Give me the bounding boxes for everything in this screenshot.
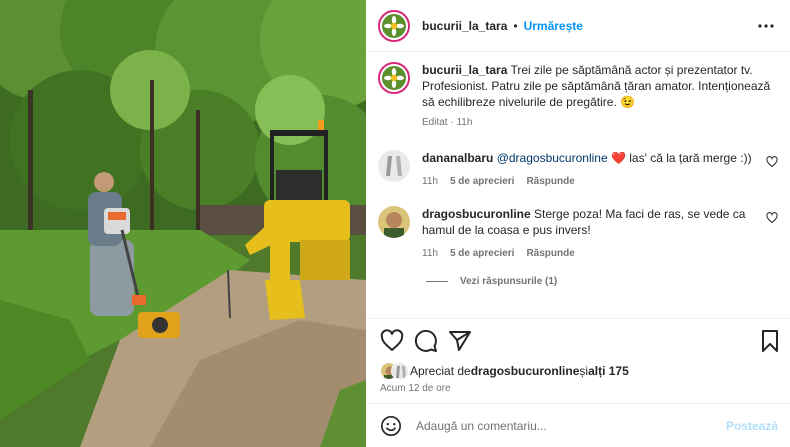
daisy-avatar-image: [382, 66, 406, 90]
comment-time: 11h: [422, 248, 438, 259]
post-actions-bar: [366, 318, 790, 362]
comment-mention[interactable]: @dragosbucuronline: [497, 151, 608, 165]
post-photo-illustration: [0, 0, 366, 447]
share-icon[interactable]: [448, 329, 472, 353]
post-comment-button[interactable]: Postează: [726, 419, 778, 433]
header-separator: •: [513, 18, 518, 33]
likes-others[interactable]: alți 175: [588, 364, 629, 378]
likes-user[interactable]: dragosbucuronline: [471, 364, 580, 378]
bookmark-icon[interactable]: [758, 329, 782, 353]
heart-icon[interactable]: [380, 329, 404, 353]
likes-conj: și: [579, 364, 589, 378]
more-icon[interactable]: [756, 18, 776, 34]
comment-username[interactable]: dragosbucuronline: [422, 207, 531, 221]
reply-button[interactable]: Răspunde: [526, 174, 574, 190]
post-timestamp: Acum 12 de ore: [380, 383, 451, 394]
comment-meta: 11h 5 de aprecieri Răspunde: [422, 174, 766, 190]
view-replies-label: Vezi răspunsurile (1): [460, 276, 558, 287]
comment-meta: 11h 5 de aprecieri Răspunde: [422, 246, 766, 262]
post-caption: bucurii_la_tara Trei zile pe săptămână a…: [378, 62, 778, 130]
caption-author-avatar[interactable]: [378, 62, 410, 94]
comment-like-icon[interactable]: [766, 212, 778, 224]
likes-summary[interactable]: Apreciat de dragosbucuronline și alți 17…: [380, 362, 629, 380]
comment-item: dragosbucuronline Sterge poza! Ma faci d…: [378, 206, 778, 262]
post-photo[interactable]: [0, 0, 366, 447]
post-details-panel: bucurii_la_tara • Urmărește bucurii_la_t…: [366, 0, 790, 447]
comment-item: dananalbaru @dragosbucuronline ❤️ las' c…: [378, 150, 778, 190]
likers-avatars: [380, 362, 410, 380]
view-replies-button[interactable]: Vezi răspunsurile (1): [426, 276, 557, 287]
replies-divider: [426, 281, 448, 282]
post-header: bucurii_la_tara • Urmărește: [366, 0, 790, 52]
add-comment-box: Postează: [366, 403, 790, 447]
author-username[interactable]: bucurii_la_tara: [422, 19, 507, 33]
commenter-avatar[interactable]: [378, 150, 410, 182]
comment-icon[interactable]: [414, 329, 438, 353]
follow-button[interactable]: Urmărește: [524, 19, 583, 33]
avatar-image: [378, 150, 410, 182]
likes-prefix: Apreciat de: [410, 364, 471, 378]
caption-username[interactable]: bucurii_la_tara: [422, 63, 507, 77]
comment-time: 11h: [422, 176, 438, 187]
daisy-avatar-image: [382, 13, 406, 38]
avatar-image: [378, 206, 410, 238]
reply-button[interactable]: Răspunde: [526, 246, 574, 262]
comment-input[interactable]: [416, 418, 706, 433]
comment-likes[interactable]: 5 de aprecieri: [450, 174, 514, 190]
comment-like-icon[interactable]: [766, 156, 778, 168]
author-avatar[interactable]: [378, 9, 410, 42]
comment-text: ❤️ las' că la țară merge :)): [607, 151, 752, 165]
caption-meta: Editat · 11h: [422, 117, 473, 128]
liker-avatar: [391, 362, 409, 380]
commenter-avatar[interactable]: [378, 206, 410, 238]
emoji-icon[interactable]: [380, 415, 402, 437]
comment-likes[interactable]: 5 de aprecieri: [450, 246, 514, 262]
comment-username[interactable]: dananalbaru: [422, 151, 493, 165]
